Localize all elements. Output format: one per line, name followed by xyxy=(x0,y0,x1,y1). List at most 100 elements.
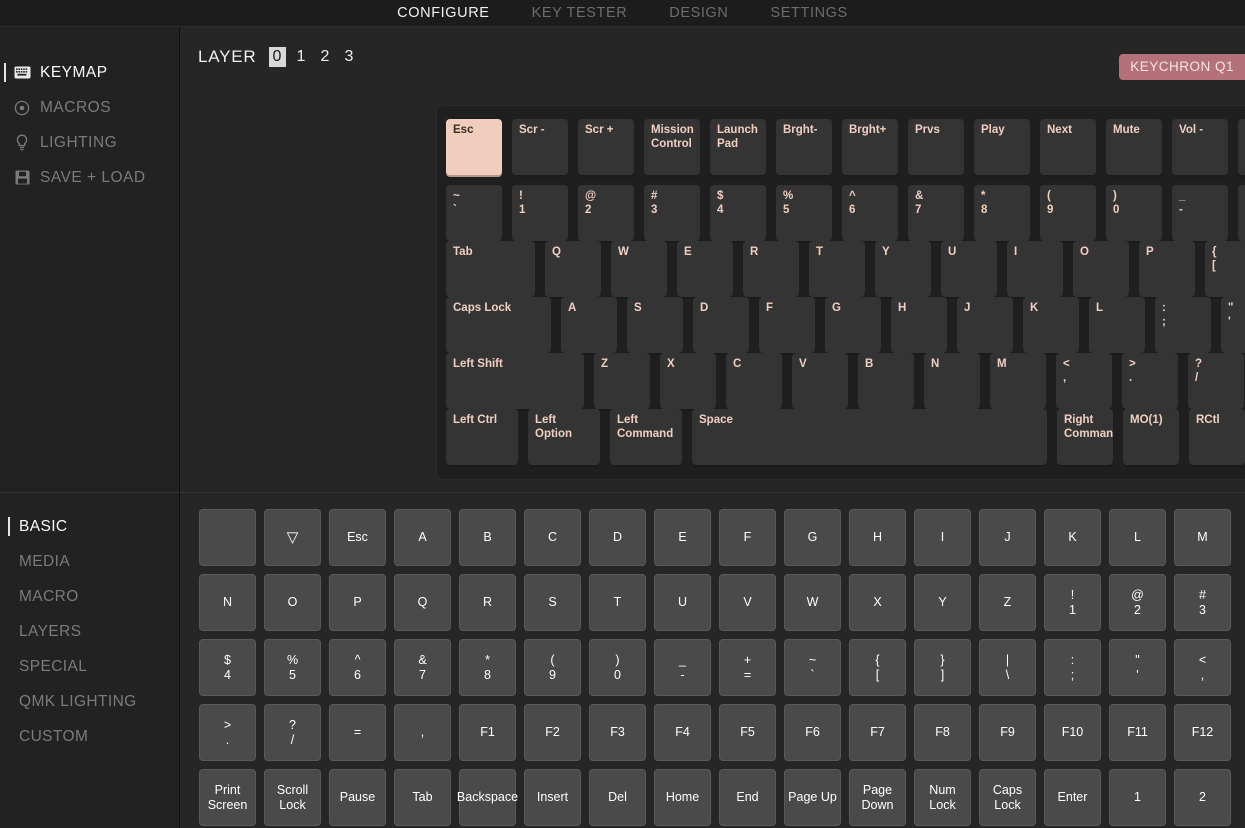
picker-key-f8[interactable]: F8 xyxy=(914,704,971,761)
picker-key-blank[interactable]: @2 xyxy=(1109,574,1166,631)
picker-key-blank[interactable]: >. xyxy=(199,704,256,761)
picker-key-pause[interactable]: Pause xyxy=(329,769,386,826)
keyboard-key-key[interactable]: $4 xyxy=(710,185,766,241)
picker-key-home[interactable]: Home xyxy=(654,769,711,826)
keyboard-key-+[interactable]: += xyxy=(1238,185,1245,241)
picker-key-v[interactable]: V xyxy=(719,574,776,631)
keyboard-key-key[interactable]: #3 xyxy=(644,185,700,241)
keyboard-key-vol-[interactable]: Vol - xyxy=(1172,119,1228,175)
picker-key-blank[interactable]: _- xyxy=(654,639,711,696)
keyboard-key-j[interactable]: J xyxy=(957,297,1013,353)
nav-tab-key-tester[interactable]: KEY TESTER xyxy=(532,5,628,21)
picker-key-blank[interactable]: ?/ xyxy=(264,704,321,761)
keyboard-key-key[interactable]: ^6 xyxy=(842,185,898,241)
picker-key-esc[interactable]: Esc xyxy=(329,509,386,566)
picker-key-blank[interactable]: %5 xyxy=(264,639,321,696)
picker-key-blank[interactable]: <, xyxy=(1174,639,1231,696)
keyboard-key-caps-lock[interactable]: Caps Lock xyxy=(446,297,551,353)
picker-key-u[interactable]: U xyxy=(654,574,711,631)
sidebar-item-save-load[interactable]: SAVE + LOAD xyxy=(0,160,179,195)
picker-key-y[interactable]: Y xyxy=(914,574,971,631)
keyboard-key-key[interactable]: "' xyxy=(1221,297,1245,353)
layer-button-1[interactable]: 1 xyxy=(293,47,310,67)
keyboard-key-tab[interactable]: Tab xyxy=(446,241,535,297)
picker-key-blank[interactable]: !1 xyxy=(1044,574,1101,631)
picker-key-scroll[interactable]: ScrollLock xyxy=(264,769,321,826)
picker-key-blank[interactable]: #3 xyxy=(1174,574,1231,631)
picker-key-f7[interactable]: F7 xyxy=(849,704,906,761)
keyboard-key-m[interactable]: M xyxy=(990,353,1046,409)
keyboard-key-space[interactable]: Space xyxy=(692,409,1047,465)
keyboard-key-o[interactable]: O xyxy=(1073,241,1129,297)
sidebar-item-lighting[interactable]: LIGHTING xyxy=(0,125,179,160)
keyboard-key-scr-[interactable]: Scr - xyxy=(512,119,568,175)
nav-tab-settings[interactable]: SETTINGS xyxy=(771,5,848,21)
keyboard-key-mute[interactable]: Mute xyxy=(1106,119,1162,175)
picker-key-blank[interactable]: &7 xyxy=(394,639,451,696)
picker-key-blank[interactable] xyxy=(199,509,256,566)
category-item-media[interactable]: MEDIA xyxy=(0,544,179,579)
keyboard-key-r[interactable]: R xyxy=(743,241,799,297)
keyboard-key-key[interactable]: ?/ xyxy=(1188,353,1244,409)
picker-key-a[interactable]: A xyxy=(394,509,451,566)
picker-key-1[interactable]: 1 xyxy=(1109,769,1166,826)
keyboard-key-c[interactable]: C xyxy=(726,353,782,409)
keyboard-key-left[interactable]: LeftCommand xyxy=(610,409,682,465)
keyboard-key-b[interactable]: B xyxy=(858,353,914,409)
category-item-layers[interactable]: LAYERS xyxy=(0,614,179,649)
picker-key-l[interactable]: L xyxy=(1109,509,1166,566)
keyboard-key-key[interactable]: *8 xyxy=(974,185,1030,241)
keyboard-key-s[interactable]: S xyxy=(627,297,683,353)
category-item-special[interactable]: SPECIAL xyxy=(0,649,179,684)
picker-key-blank[interactable]: )0 xyxy=(589,639,646,696)
picker-key-z[interactable]: Z xyxy=(979,574,1036,631)
picker-key-blank[interactable]: |\ xyxy=(979,639,1036,696)
keyboard-key-key[interactable]: :; xyxy=(1155,297,1211,353)
picker-key-blank[interactable]: = xyxy=(329,704,386,761)
picker-key-end[interactable]: End xyxy=(719,769,776,826)
picker-key-f3[interactable]: F3 xyxy=(589,704,646,761)
picker-key-blank[interactable]: *8 xyxy=(459,639,516,696)
picker-key-blank[interactable]: ^6 xyxy=(329,639,386,696)
keyboard-key-mo-1[interactable]: MO(1) xyxy=(1123,409,1179,465)
keyboard-key-left-ctrl[interactable]: Left Ctrl xyxy=(446,409,518,465)
keyboard-key-vol-+[interactable]: Vol + xyxy=(1238,119,1245,175)
picker-key-r[interactable]: R xyxy=(459,574,516,631)
picker-key-f12[interactable]: F12 xyxy=(1174,704,1231,761)
keyboard-key-key[interactable]: (9 xyxy=(1040,185,1096,241)
picker-key-blank[interactable]: "' xyxy=(1109,639,1166,696)
picker-key-blank[interactable]: $4 xyxy=(199,639,256,696)
layer-button-0[interactable]: 0 xyxy=(269,47,286,67)
picker-key-backspace[interactable]: Backspace xyxy=(459,769,516,826)
keyboard-key-key[interactable]: !1 xyxy=(512,185,568,241)
keyboard-key-left[interactable]: LeftOption xyxy=(528,409,600,465)
picker-key-f10[interactable]: F10 xyxy=(1044,704,1101,761)
picker-key-j[interactable]: J xyxy=(979,509,1036,566)
keyboard-key-key[interactable]: ~` xyxy=(446,185,502,241)
picker-key-b[interactable]: B xyxy=(459,509,516,566)
keyboard-key-d[interactable]: D xyxy=(693,297,749,353)
picker-key-enter[interactable]: Enter xyxy=(1044,769,1101,826)
picker-key-h[interactable]: H xyxy=(849,509,906,566)
picker-key-page[interactable]: PageDown xyxy=(849,769,906,826)
picker-key-print[interactable]: PrintScreen xyxy=(199,769,256,826)
picker-key-i[interactable]: I xyxy=(914,509,971,566)
keyboard-key-l[interactable]: L xyxy=(1089,297,1145,353)
category-item-qmk-lighting[interactable]: QMK LIGHTING xyxy=(0,684,179,719)
keyboard-key-key[interactable]: @2 xyxy=(578,185,634,241)
picker-key-o[interactable]: O xyxy=(264,574,321,631)
keyboard-key-brght+[interactable]: Brght+ xyxy=(842,119,898,175)
layer-button-3[interactable]: 3 xyxy=(341,47,358,67)
picker-key-f5[interactable]: F5 xyxy=(719,704,776,761)
nav-tab-configure[interactable]: CONFIGURE xyxy=(397,5,489,21)
keyboard-key-v[interactable]: V xyxy=(792,353,848,409)
keyboard-key-u[interactable]: U xyxy=(941,241,997,297)
picker-key-blank[interactable]: :; xyxy=(1044,639,1101,696)
picker-key-g[interactable]: G xyxy=(784,509,841,566)
keyboard-key-prvs[interactable]: Prvs xyxy=(908,119,964,175)
keyboard-key-n[interactable]: N xyxy=(924,353,980,409)
keyboard-key-brght[interactable]: Brght- xyxy=(776,119,832,175)
keyboard-key-key[interactable]: _- xyxy=(1172,185,1228,241)
picker-key-f11[interactable]: F11 xyxy=(1109,704,1166,761)
keyboard-key-scr-+[interactable]: Scr + xyxy=(578,119,634,175)
